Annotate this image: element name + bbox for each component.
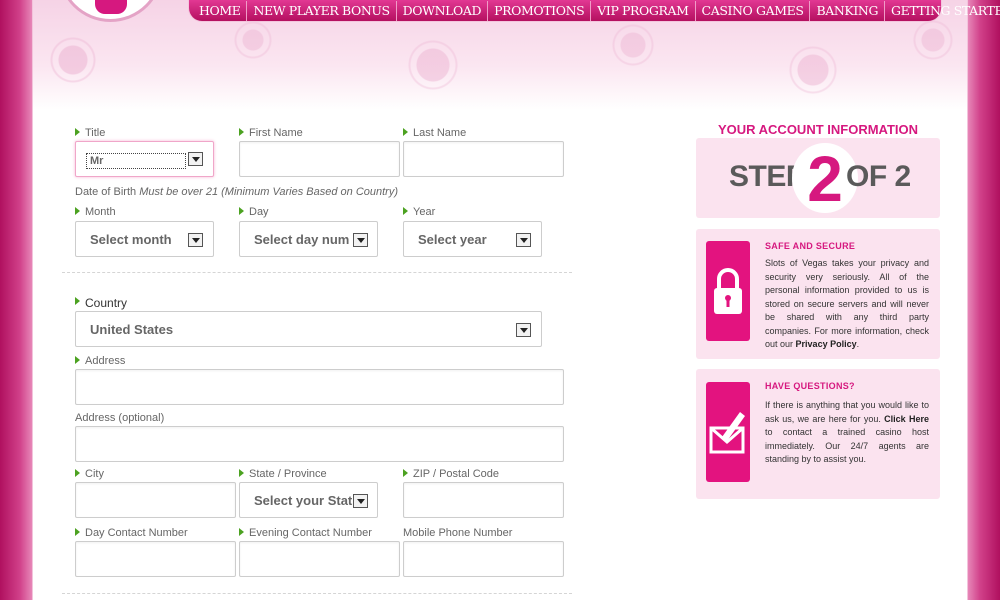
logo-mark (95, 0, 127, 14)
chevron-down-icon (516, 323, 531, 337)
mail-edit-icon (706, 382, 750, 482)
day-contact-label: Day Contact Number (75, 527, 188, 539)
title-select-value: Mr (86, 153, 187, 169)
title-select[interactable]: Mr (75, 141, 214, 177)
account-info-title: YOUR ACCOUNT INFORMATION (717, 122, 919, 137)
first-name-label: First Name (239, 127, 303, 139)
section-divider (62, 272, 572, 273)
chevron-down-icon (516, 233, 531, 247)
month-select[interactable]: Select month (75, 221, 214, 257)
lock-icon (706, 241, 750, 341)
have-questions-text: If there is anything that you would like… (765, 399, 929, 467)
title-label: Title (75, 127, 105, 139)
address-optional-input[interactable] (75, 426, 564, 462)
safe-secure-body: Slots of Vegas takes your privacy and se… (765, 258, 929, 349)
dob-note-text: Date of Birth (75, 186, 137, 198)
mobile-input[interactable] (403, 541, 564, 577)
nav-banking[interactable]: BANKING (810, 0, 886, 21)
nav-promotions[interactable]: PROMOTIONS (488, 0, 592, 21)
year-select-value: Select year (418, 232, 487, 247)
safe-secure-text: Slots of Vegas takes your privacy and se… (765, 257, 929, 352)
dob-note: Date of Birth Must be over 21 (Minimum V… (75, 186, 398, 198)
state-label: State / Province (239, 468, 327, 480)
section-divider (62, 593, 572, 594)
year-select[interactable]: Select year (403, 221, 542, 257)
nav-getting-started[interactable]: GETTING STARTED (885, 1, 1000, 21)
zip-label: ZIP / Postal Code (403, 468, 499, 480)
city-input[interactable] (75, 482, 236, 518)
safe-secure-title: SAFE AND SECURE (765, 241, 856, 251)
chevron-down-icon (353, 233, 368, 247)
state-select-value: Select your Stat (254, 493, 353, 508)
nav-casino-games[interactable]: CASINO GAMES (696, 0, 811, 21)
evening-contact-input[interactable] (239, 541, 400, 577)
day-label: Day (239, 206, 269, 218)
first-name-input[interactable] (239, 141, 400, 177)
evening-contact-label: Evening Contact Number (239, 527, 372, 539)
year-label: Year (403, 206, 435, 218)
address-input[interactable] (75, 369, 564, 405)
country-select[interactable]: United States (75, 311, 542, 347)
day-contact-input[interactable] (75, 541, 236, 577)
mobile-label: Mobile Phone Number (403, 527, 513, 539)
month-select-value: Select month (90, 232, 172, 247)
dob-note-emphasis: Must be over 21 (Minimum Varies Based on… (139, 186, 399, 198)
nav-download[interactable]: DOWNLOAD (397, 0, 489, 21)
step-indicator: STEP 2 OF 2 (696, 138, 940, 218)
have-questions-title: HAVE QUESTIONS? (765, 381, 855, 391)
safe-secure-end: . (856, 339, 860, 349)
privacy-policy-link[interactable]: Privacy Policy (796, 339, 857, 349)
day-select[interactable]: Select day num (239, 221, 378, 257)
main-nav: HOME NEW PLAYER BONUS DOWNLOAD PROMOTION… (188, 0, 1000, 22)
chevron-down-icon (353, 494, 368, 508)
address-label: Address (75, 355, 125, 367)
country-select-value: United States (90, 322, 174, 337)
click-here-link[interactable]: Click Here (884, 414, 929, 424)
questions-panel: HAVE QUESTIONS? If there is anything tha… (696, 369, 940, 499)
last-name-label: Last Name (403, 127, 466, 139)
nav-home[interactable]: HOME (193, 0, 248, 21)
step-suffix: OF 2 (846, 160, 911, 193)
last-name-input[interactable] (403, 141, 564, 177)
city-label: City (75, 468, 104, 480)
address-optional-label: Address (optional) (75, 412, 165, 424)
safe-secure-panel: SAFE AND SECURE Slots of Vegas takes you… (696, 229, 940, 359)
month-label: Month (75, 206, 116, 218)
day-select-value: Select day num (254, 232, 350, 247)
chevron-down-icon (188, 152, 203, 166)
nav-vip-program[interactable]: VIP PROGRAM (591, 0, 696, 21)
state-select[interactable]: Select your Stat (239, 482, 378, 518)
zip-input[interactable] (403, 482, 564, 518)
country-label: Country (75, 296, 127, 310)
nav-new-player-bonus[interactable]: NEW PLAYER BONUS (247, 0, 397, 21)
chevron-down-icon (188, 233, 203, 247)
questions-body-b: to contact a trained casino host immedia… (765, 427, 929, 464)
